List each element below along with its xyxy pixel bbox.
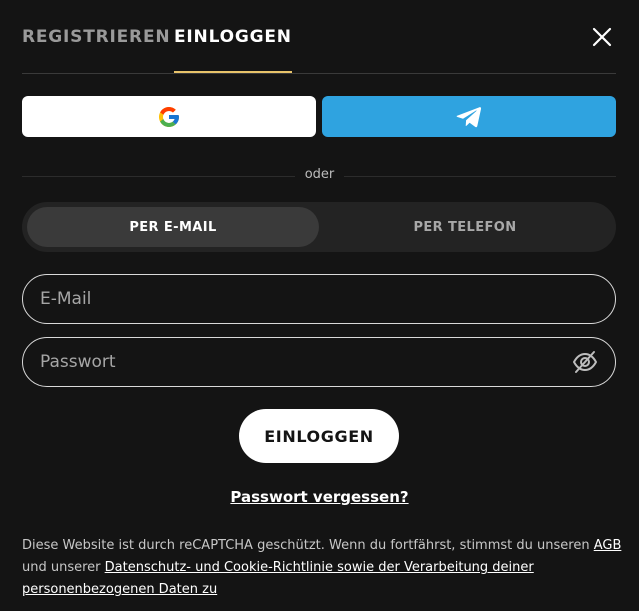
tabs-divider: [22, 73, 616, 74]
social-login-row: [22, 96, 616, 137]
tab-register[interactable]: REGISTRIEREN: [22, 0, 174, 73]
method-email-option[interactable]: PER E-MAIL: [27, 207, 319, 247]
tab-login-label: EINLOGGEN: [174, 26, 292, 47]
method-email-label: PER E-MAIL: [129, 219, 217, 235]
oder-divider: oder: [0, 167, 639, 182]
password-input[interactable]: [23, 338, 571, 386]
eye-off-icon: [573, 351, 597, 373]
method-phone-label: PER TELEFON: [413, 219, 517, 235]
legal-text-middle: und unserer: [22, 560, 105, 575]
google-icon: [159, 106, 179, 127]
legal-text-before: Diese Website ist durch reCAPTCHA geschü…: [22, 538, 594, 553]
tab-login[interactable]: EINLOGGEN: [174, 0, 292, 73]
tab-register-label: REGISTRIEREN: [22, 26, 171, 47]
password-visibility-toggle[interactable]: [571, 348, 599, 376]
forgot-password-label: Passwort vergessen?: [230, 488, 409, 506]
agb-link[interactable]: AGB: [594, 538, 622, 553]
login-submit-label: EINLOGGEN: [264, 426, 374, 446]
oder-label: oder: [294, 167, 345, 182]
telegram-login-button[interactable]: [322, 96, 616, 137]
close-button[interactable]: [591, 26, 613, 48]
close-icon: [592, 27, 612, 47]
google-login-button[interactable]: [22, 96, 316, 137]
legal-notice: Diese Website ist durch reCAPTCHA geschü…: [22, 535, 622, 601]
telegram-icon: [456, 106, 482, 127]
method-phone-option[interactable]: PER TELEFON: [319, 207, 611, 247]
email-input[interactable]: [23, 275, 615, 323]
login-submit-button[interactable]: EINLOGGEN: [239, 409, 399, 463]
auth-tabs: REGISTRIEREN EINLOGGEN: [22, 0, 292, 73]
forgot-password-link[interactable]: Passwort vergessen?: [0, 488, 639, 506]
login-modal: REGISTRIEREN EINLOGGEN oder PER E-MAIL P…: [0, 0, 639, 611]
login-method-toggle: PER E-MAIL PER TELEFON: [22, 202, 616, 252]
password-field-wrapper: [22, 337, 616, 387]
email-field-wrapper: [22, 274, 616, 324]
